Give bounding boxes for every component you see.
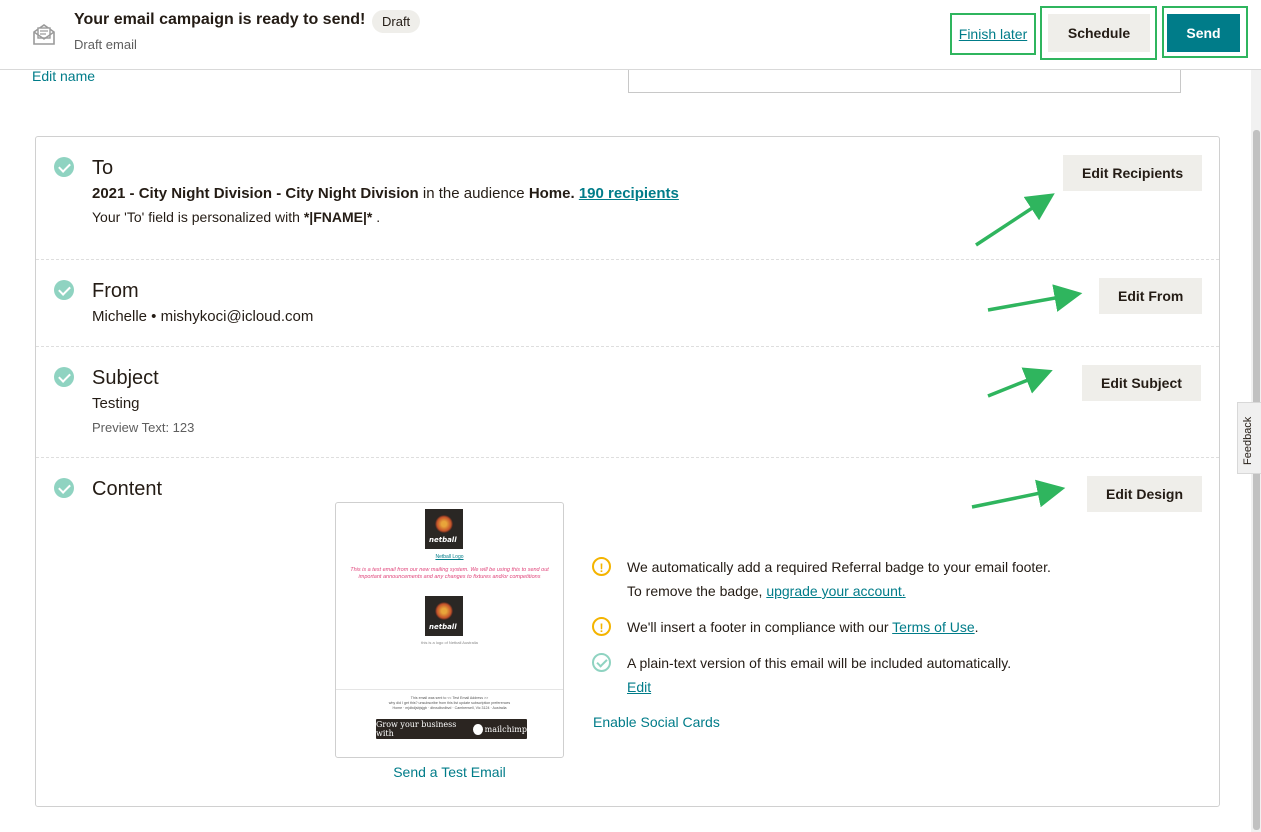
audience-prefix: in the audience <box>422 185 525 202</box>
content-section: Content Edit Design netball Netball Logo… <box>36 458 1219 806</box>
netball-logo: netball <box>425 509 463 549</box>
edit-subject-button[interactable]: Edit Subject <box>1082 365 1201 401</box>
logo-text: netball <box>429 623 457 631</box>
status-badge: Draft <box>372 10 421 33</box>
to-personalization: Your 'To' field is personalized with *|F… <box>92 209 380 225</box>
audience-name: Home. <box>528 185 575 202</box>
edit-design-button[interactable]: Edit Design <box>1087 476 1203 512</box>
warning-icon <box>592 616 611 640</box>
upgrade-account-link[interactable]: upgrade your account. <box>766 583 905 599</box>
check-complete-icon <box>54 367 74 387</box>
logo-text: netball <box>429 536 457 544</box>
badge-brand: mailchimp <box>484 724 527 734</box>
feedback-tab[interactable]: Feedback <box>1237 402 1261 474</box>
personalization-prefix: Your 'To' field is personalized with <box>92 209 300 225</box>
campaign-header: Your email campaign is ready to send! Dr… <box>0 0 1261 70</box>
notice-suffix: . <box>974 619 979 635</box>
notice-text: A plain-text version of this email will … <box>627 655 1012 671</box>
to-title: To <box>92 157 114 179</box>
mailchimp-referral-badge: Grow your business with mailchimp <box>376 719 527 739</box>
page-title: Your email campaign is ready to send! <box>74 11 366 28</box>
edit-name-link[interactable]: Edit name <box>32 68 95 84</box>
notice-text: We'll insert a footer in compliance with… <box>627 619 889 635</box>
send-test-email-link[interactable]: Send a Test Email <box>335 764 564 780</box>
page-subtitle: Draft email <box>74 37 137 52</box>
edit-recipients-button[interactable]: Edit Recipients <box>1063 155 1203 191</box>
subject-value: Testing <box>92 395 140 412</box>
send-button[interactable]: Send <box>1167 14 1240 52</box>
edit-from-button[interactable]: Edit From <box>1099 278 1203 314</box>
campaign-checklist: To 2021 - City Night Division - City Nig… <box>35 136 1220 807</box>
subject-section: Subject Testing Preview Text: 123 Edit S… <box>36 347 1219 458</box>
image-caption: this is a logo of Netball Australia <box>421 640 478 645</box>
personalization-suffix: . <box>376 209 381 225</box>
from-title: From <box>92 280 139 302</box>
email-preview-thumbnail[interactable]: netball Netball Logo This is a test emai… <box>335 502 564 758</box>
netball-ball-icon <box>435 602 453 620</box>
from-value: Michelle • mishykoci@icloud.com <box>92 308 314 325</box>
badge-text: Grow your business with <box>376 720 457 738</box>
finish-later-link[interactable]: Finish later <box>959 26 1027 42</box>
netball-logo: netball <box>425 596 463 636</box>
netball-ball-icon <box>435 515 453 533</box>
to-section: To 2021 - City Night Division - City Nig… <box>36 137 1219 260</box>
check-complete-icon <box>54 478 74 498</box>
enable-social-cards-link[interactable]: Enable Social Cards <box>593 714 720 730</box>
to-recipients-summary: 2021 - City Night Division - City Night … <box>92 185 679 202</box>
warning-icon <box>592 556 611 580</box>
check-complete-icon <box>54 280 74 300</box>
mailchimp-logo-icon <box>472 723 483 735</box>
preview-text: Preview Text: 123 <box>92 420 195 435</box>
segment-name: 2021 - City Night Division - City Night … <box>92 185 419 202</box>
from-section: From Michelle • mishykoci@icloud.com Edi… <box>36 260 1219 347</box>
check-circle-icon <box>592 653 611 672</box>
merge-tag: *|FNAME|* <box>303 209 373 225</box>
terms-of-use-link[interactable]: Terms of Use <box>892 619 974 635</box>
preview-body-text: This is a test email from our new mailin… <box>350 567 549 580</box>
campaign-name-field[interactable] <box>628 70 1181 93</box>
feedback-label: Feedback <box>1242 416 1254 465</box>
scrollbar-thumb[interactable] <box>1253 130 1260 830</box>
recipients-count-link[interactable]: 190 recipients <box>579 185 679 202</box>
check-complete-icon <box>54 157 74 177</box>
content-title: Content <box>92 478 163 500</box>
subject-title: Subject <box>92 367 159 389</box>
logo-caption: Netball Logo <box>435 554 464 560</box>
schedule-button[interactable]: Schedule <box>1048 14 1150 52</box>
edit-plain-text-link[interactable]: Edit <box>627 679 651 695</box>
finish-later-link-box[interactable]: Finish later <box>950 13 1036 55</box>
footer-line: Home · mjdbdjsbjsjgb · dbvsdbvdbvd · Cam… <box>392 706 507 710</box>
preview-divider <box>336 689 563 690</box>
email-draft-icon <box>33 24 55 45</box>
